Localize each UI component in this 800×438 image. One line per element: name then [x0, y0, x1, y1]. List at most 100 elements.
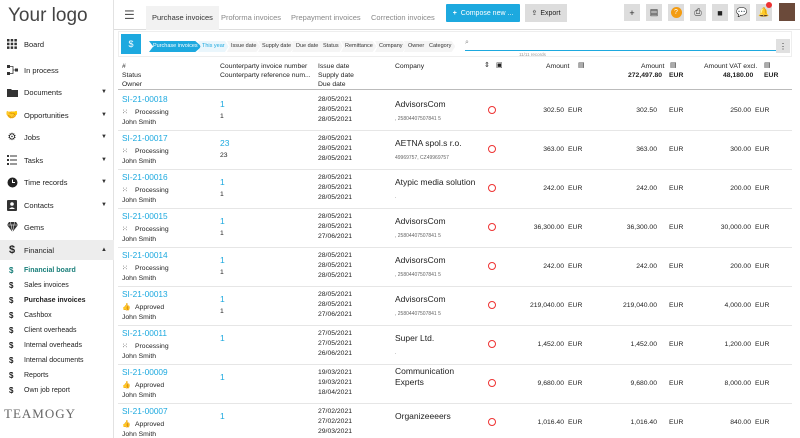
avatar[interactable] [779, 3, 795, 21]
sidebar-item-gems[interactable]: Gems [0, 217, 114, 237]
tab-prepayment-invoices[interactable]: Prepayment invoices [285, 6, 367, 30]
counterparty-invoice-link[interactable]: 1 [220, 412, 225, 421]
counterparty-invoice-link[interactable]: 1 [220, 334, 225, 343]
sidebar-sub-purchase-invoices[interactable]: $ Purchase invoices [0, 293, 114, 307]
sidebar-sub-sales-invoices[interactable]: $ Sales invoices [0, 278, 114, 292]
sidebar-sub-client-overheads[interactable]: $ Client overheads [0, 323, 114, 337]
issue-date: 28/05/2021 [318, 174, 353, 181]
table-row[interactable]: SI-21-00013 👍 Approved John Smith 1 1 28/05/20… [118, 287, 792, 326]
status-circle-icon[interactable] [488, 106, 496, 114]
amount-currency: EUR [568, 419, 583, 426]
search-input[interactable] [465, 41, 785, 51]
vat-currency: EUR [755, 419, 770, 426]
notes-icon[interactable]: ▤ [646, 4, 662, 21]
amount-value: 302.50 [543, 107, 564, 114]
table-row[interactable]: SI-21-00014 ⁙ Processing John Smith 1 1 28/05/… [118, 248, 792, 287]
table-row[interactable]: SI-21-00016 ⁙ Processing John Smith 1 1 28/05/… [118, 170, 792, 209]
amount-currency-2: EUR [669, 263, 684, 270]
tab-correction-invoices[interactable]: Correction invoices [365, 6, 441, 30]
invoice-number-link[interactable]: SI-21-00009 [122, 368, 168, 377]
table-row[interactable]: SI-21-00011 ⁙ Processing John Smith 1 27/05/2… [118, 326, 792, 365]
sidebar-sub-internal-overheads[interactable]: $ Internal overheads [0, 338, 114, 352]
col-header-number[interactable]: # Status Owner [122, 62, 142, 89]
invoice-number-link[interactable]: SI-21-00015 [122, 212, 168, 221]
invoice-number-link[interactable]: SI-21-00014 [122, 251, 168, 260]
contact-icon [6, 199, 18, 211]
status-circle-icon[interactable] [488, 262, 496, 270]
video-icon[interactable]: ■ [712, 4, 728, 21]
sidebar-item-board[interactable]: Board [0, 34, 114, 54]
invoice-number-link[interactable]: SI-21-00017 [122, 134, 168, 143]
col-header-vat[interactable]: Amount VAT excl. [704, 62, 757, 71]
sidebar-sub-financial-board[interactable]: $ Financial board [0, 263, 114, 277]
counterparty-invoice-link[interactable]: 1 [220, 295, 225, 304]
status-circle-icon[interactable] [488, 223, 496, 231]
invoice-number-link[interactable]: SI-21-00016 [122, 173, 168, 182]
filter-chip-supply-date[interactable]: Supply date [258, 41, 296, 52]
export-button[interactable]: ⇪ Export [525, 4, 567, 22]
sidebar-item-tasks[interactable]: Tasks ▼ [0, 150, 114, 170]
status-circle-icon[interactable] [488, 184, 496, 192]
status-circle-icon[interactable] [488, 418, 496, 426]
counterparty-invoice-link[interactable]: 1 [220, 100, 225, 109]
table-row[interactable]: SI-21-00015 ⁙ Processing John Smith 1 1 28/05/… [118, 209, 792, 248]
sidebar-item-in-process[interactable]: In process [0, 60, 114, 80]
compose-new-button[interactable]: + Compose new ... [446, 4, 520, 22]
filter-chip-remittance[interactable]: Remittance [341, 41, 377, 52]
counterparty-invoice-link[interactable]: 1 [220, 256, 225, 265]
filter-chip-company[interactable]: Company [375, 41, 407, 52]
sidebar-sub-own-job-report[interactable]: $ Own job report [0, 383, 114, 397]
sidebar-item-time-records[interactable]: Time records ▼ [0, 172, 114, 192]
sidebar-item-financial[interactable]: $ Financial ▲ [0, 240, 114, 260]
col-header-counterparty[interactable]: Counterparty invoice number Counterparty… [220, 62, 311, 80]
filter-chip-this-year[interactable]: This year [198, 41, 229, 52]
sidebar-sub-internal-documents[interactable]: $ Internal documents [0, 353, 114, 367]
filter-chip-owner[interactable]: Owner [404, 41, 429, 52]
counterparty-invoice-link[interactable]: 1 [220, 178, 225, 187]
table-row[interactable]: SI-21-00018 ⁙ Processing John Smith 1 1 28/05/… [118, 92, 792, 131]
counterparty-invoice-link[interactable]: 23 [220, 139, 229, 148]
counterparty-invoice-link[interactable]: 1 [220, 373, 225, 382]
filter-chip-purchase-invoices[interactable]: Purchase invoices [149, 41, 202, 52]
status-circle-icon[interactable] [488, 379, 496, 387]
filter-column-icon[interactable]: ▣ [496, 61, 502, 70]
add-icon[interactable]: + [624, 4, 640, 21]
print-icon[interactable]: ⎙ [690, 4, 706, 21]
chat-icon[interactable]: 💬 [734, 4, 750, 21]
sidebar-item-jobs[interactable]: ⚙ Jobs ▼ [0, 127, 114, 147]
invoice-number-link[interactable]: SI-21-00011 [122, 329, 167, 338]
filter-chip-issue-date[interactable]: Issue date [227, 41, 261, 52]
dollar-doc-icon[interactable]: $ [121, 34, 141, 54]
status-circle-icon[interactable] [488, 301, 496, 309]
filter-chip-status[interactable]: Status [319, 41, 343, 52]
status-circle-icon[interactable] [488, 145, 496, 153]
status-circle-icon[interactable] [488, 340, 496, 348]
table-row[interactable]: SI-21-00007 👍 Approved John Smith 1 27/02/202… [118, 404, 792, 438]
tab-purchase-invoices[interactable]: Purchase invoices [146, 6, 219, 30]
sidebar-item-documents[interactable]: Documents ▼ [0, 82, 114, 102]
table-row[interactable]: SI-21-00017 ⁙ Processing John Smith 23 23 28/0… [118, 131, 792, 170]
help-icon[interactable]: ? [668, 4, 684, 21]
hamburger-menu-icon[interactable]: ☰ [124, 8, 135, 22]
filter-chip-due-date[interactable]: Due date [292, 41, 323, 52]
thumbs-up-icon: 👍 [122, 421, 131, 428]
table-row[interactable]: SI-21-00009 👍 Approved John Smith 1 19/03/202… [118, 365, 792, 404]
sidebar-item-opportunities[interactable]: 🤝 Opportunities ▼ [0, 105, 114, 125]
sidebar-sub-reports[interactable]: $ Reports [0, 368, 114, 382]
vat-value: 4,000.00 [724, 302, 751, 309]
sidebar-sub-cashbox[interactable]: $ Cashbox [0, 308, 114, 322]
col-header-company[interactable]: Company [395, 62, 424, 71]
col-header-amount[interactable]: Amount [546, 62, 569, 71]
tab-proforma-invoices[interactable]: Proforma invoices [215, 6, 287, 30]
col-header-amount-2[interactable]: Amount [641, 62, 664, 71]
invoice-number-link[interactable]: SI-21-00007 [122, 407, 168, 416]
invoice-number-link[interactable]: SI-21-00013 [122, 290, 168, 299]
sort-icon[interactable]: ⇕ [484, 61, 490, 70]
sidebar-item-contacts[interactable]: Contacts ▼ [0, 195, 114, 215]
more-menu-icon[interactable]: ⋮ [776, 39, 790, 53]
company-name: Organizeeeers [395, 411, 451, 421]
filter-chip-category[interactable]: Category [425, 41, 456, 52]
col-header-dates[interactable]: Issue date Supply date Due date [318, 62, 354, 89]
invoice-number-link[interactable]: SI-21-00018 [122, 95, 168, 104]
counterparty-invoice-link[interactable]: 1 [220, 217, 225, 226]
